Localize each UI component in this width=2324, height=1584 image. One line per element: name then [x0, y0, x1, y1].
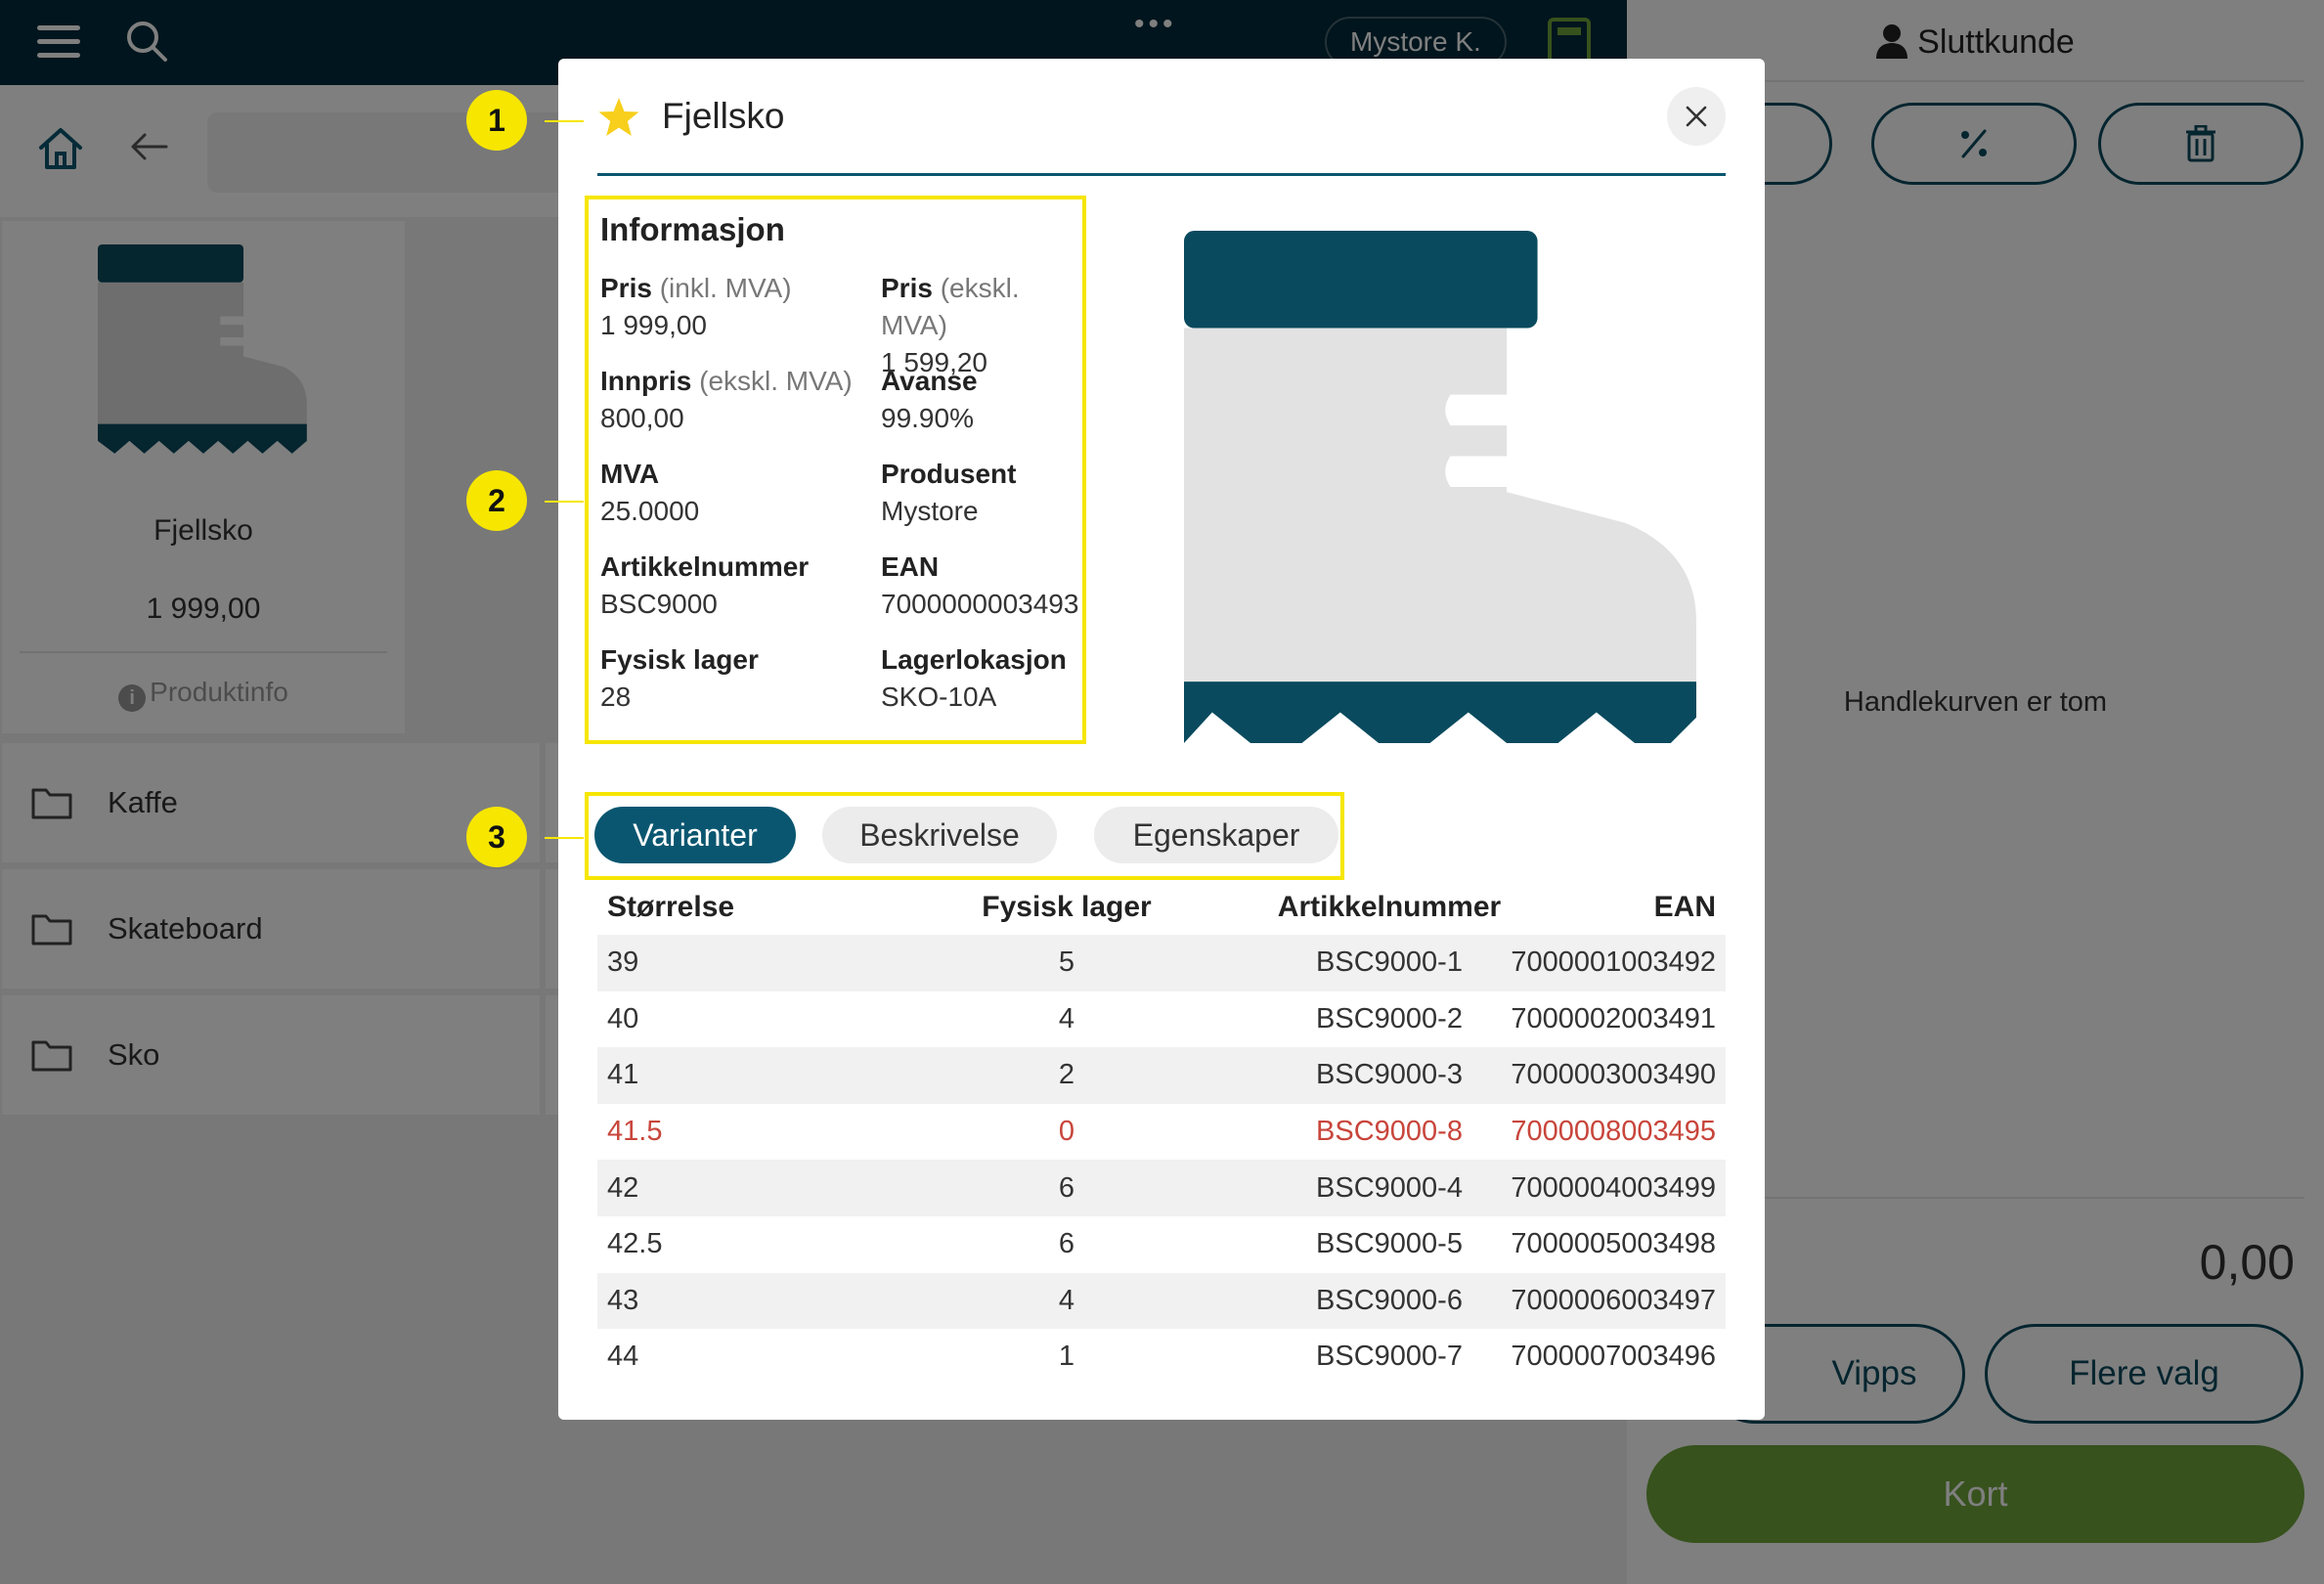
price-incl-vat: Pris (inkl. MVA) 1 999,00	[600, 270, 792, 344]
dialog-title: Fjellsko	[662, 96, 785, 136]
field-label: MVA	[600, 459, 660, 489]
column-header-size: Størrelse	[607, 891, 735, 923]
callout-leader	[545, 837, 584, 839]
tabs-section: Varianter Beskrivelse Egenskaper	[585, 792, 1344, 880]
cell-size: 44	[607, 1341, 639, 1373]
cell-size: 41	[607, 1059, 639, 1091]
cell-size: 41.5	[607, 1116, 663, 1148]
table-row[interactable]: 42 6 BSC9000-4 7000004003499	[597, 1160, 1726, 1216]
field-sublabel: (inkl. MVA)	[659, 273, 792, 303]
info-section: Informasjon Pris (inkl. MVA) 1 999,00 Pr…	[585, 196, 1086, 744]
field-value: SKO-10A	[881, 682, 997, 712]
field-value: 25.0000	[600, 496, 700, 526]
field-value: Mystore	[881, 496, 979, 526]
variants-table: Størrelse Fysisk lager Artikkelnummer EA…	[597, 880, 1726, 1386]
margin: Avanse 99.90%	[881, 363, 978, 437]
table-row[interactable]: 41.5 0 BSC9000-8 7000008003495	[597, 1104, 1726, 1161]
table-row[interactable]: 44 1 BSC9000-7 7000007003496	[597, 1329, 1726, 1386]
callout-marker: 1	[466, 90, 527, 151]
tab-egenskaper[interactable]: Egenskaper	[1094, 807, 1338, 863]
field-value: BSC9000	[600, 589, 718, 619]
cell-ean: 7000003003490	[1511, 1059, 1716, 1091]
product-image-boot-icon	[1184, 231, 1696, 743]
field-label: Pris	[881, 273, 933, 303]
callout-marker: 2	[466, 470, 527, 531]
column-header-ean: EAN	[1653, 891, 1716, 923]
callout-leader	[545, 501, 584, 503]
table-row[interactable]: 41 2 BSC9000-3 7000003003490	[597, 1047, 1726, 1104]
physical-stock: Fysisk lager 28	[600, 641, 759, 716]
cell-ean: 7000001003492	[1511, 946, 1716, 979]
cell-size: 43	[607, 1284, 639, 1316]
ean: EAN 7000000003493	[881, 549, 1078, 623]
field-value: 28	[600, 682, 632, 712]
cell-stock: 4	[1058, 1284, 1075, 1316]
field-sublabel: (ekskl. MVA)	[699, 366, 853, 396]
field-label: Avanse	[881, 366, 978, 396]
cell-stock: 1	[1058, 1341, 1075, 1373]
cell-ean: 7000006003497	[1511, 1284, 1716, 1316]
cell-ean: 7000004003499	[1511, 1171, 1716, 1204]
cell-ean: 7000002003491	[1511, 1002, 1716, 1034]
tab-varianter[interactable]: Varianter	[594, 807, 796, 863]
cell-stock: 0	[1058, 1116, 1075, 1148]
field-value: 1 999,00	[600, 310, 707, 340]
callout-marker: 3	[466, 807, 527, 867]
cell-ean: 7000008003495	[1511, 1116, 1716, 1148]
cell-size: 40	[607, 1002, 639, 1034]
close-button[interactable]	[1667, 87, 1726, 146]
cell-stock: 4	[1058, 1002, 1075, 1034]
field-label: Artikkelnummer	[600, 551, 810, 582]
cell-ean: 7000005003498	[1511, 1228, 1716, 1260]
producer: Produsent Mystore	[881, 456, 1016, 530]
field-label: Fysisk lager	[600, 644, 759, 675]
cell-stock: 6	[1058, 1228, 1075, 1260]
field-value: 7000000003493	[881, 589, 1079, 619]
column-header-article-number: Artikkelnummer	[1277, 891, 1502, 923]
cell-ean: 7000007003496	[1511, 1341, 1716, 1373]
cost-price: Innpris (ekskl. MVA) 800,00	[600, 363, 853, 437]
cell-size: 42	[607, 1171, 639, 1204]
field-value: 99.90%	[881, 403, 974, 433]
field-label: Pris	[600, 273, 652, 303]
cell-size: 39	[607, 946, 639, 979]
cell-stock: 6	[1058, 1171, 1075, 1204]
close-icon	[1686, 106, 1707, 127]
star-icon[interactable]	[597, 97, 640, 138]
cell-stock: 5	[1058, 946, 1075, 979]
dialog-header: Fjellsko	[597, 59, 1726, 176]
field-value: 800,00	[600, 403, 684, 433]
field-label: EAN	[881, 551, 940, 582]
field-label: Produsent	[881, 459, 1017, 489]
callout-leader	[545, 120, 584, 122]
tab-beskrivelse[interactable]: Beskrivelse	[822, 807, 1057, 863]
vat-rate: MVA 25.0000	[600, 456, 699, 530]
table-row[interactable]: 39 5 BSC9000-1 7000001003492	[597, 935, 1726, 991]
stock-location: Lagerlokasjon SKO-10A	[881, 641, 1067, 716]
column-header-stock: Fysisk lager	[982, 891, 1152, 923]
table-row[interactable]: 43 4 BSC9000-6 7000006003497	[597, 1272, 1726, 1330]
article-number: Artikkelnummer BSC9000	[600, 549, 809, 623]
cell-stock: 2	[1058, 1059, 1075, 1091]
table-row[interactable]: 42.5 6 BSC9000-5 7000005003498	[597, 1216, 1726, 1273]
product-info-dialog: Fjellsko Informasjon Pris (inkl. MVA) 1 …	[558, 59, 1765, 1420]
info-heading: Informasjon	[600, 211, 785, 247]
cell-size: 42.5	[607, 1228, 663, 1260]
field-label: Innpris	[600, 366, 692, 396]
field-label: Lagerlokasjon	[881, 644, 1067, 675]
table-row[interactable]: 40 4 BSC9000-2 7000002003491	[597, 991, 1726, 1048]
table-header: Størrelse Fysisk lager Artikkelnummer EA…	[597, 880, 1726, 935]
